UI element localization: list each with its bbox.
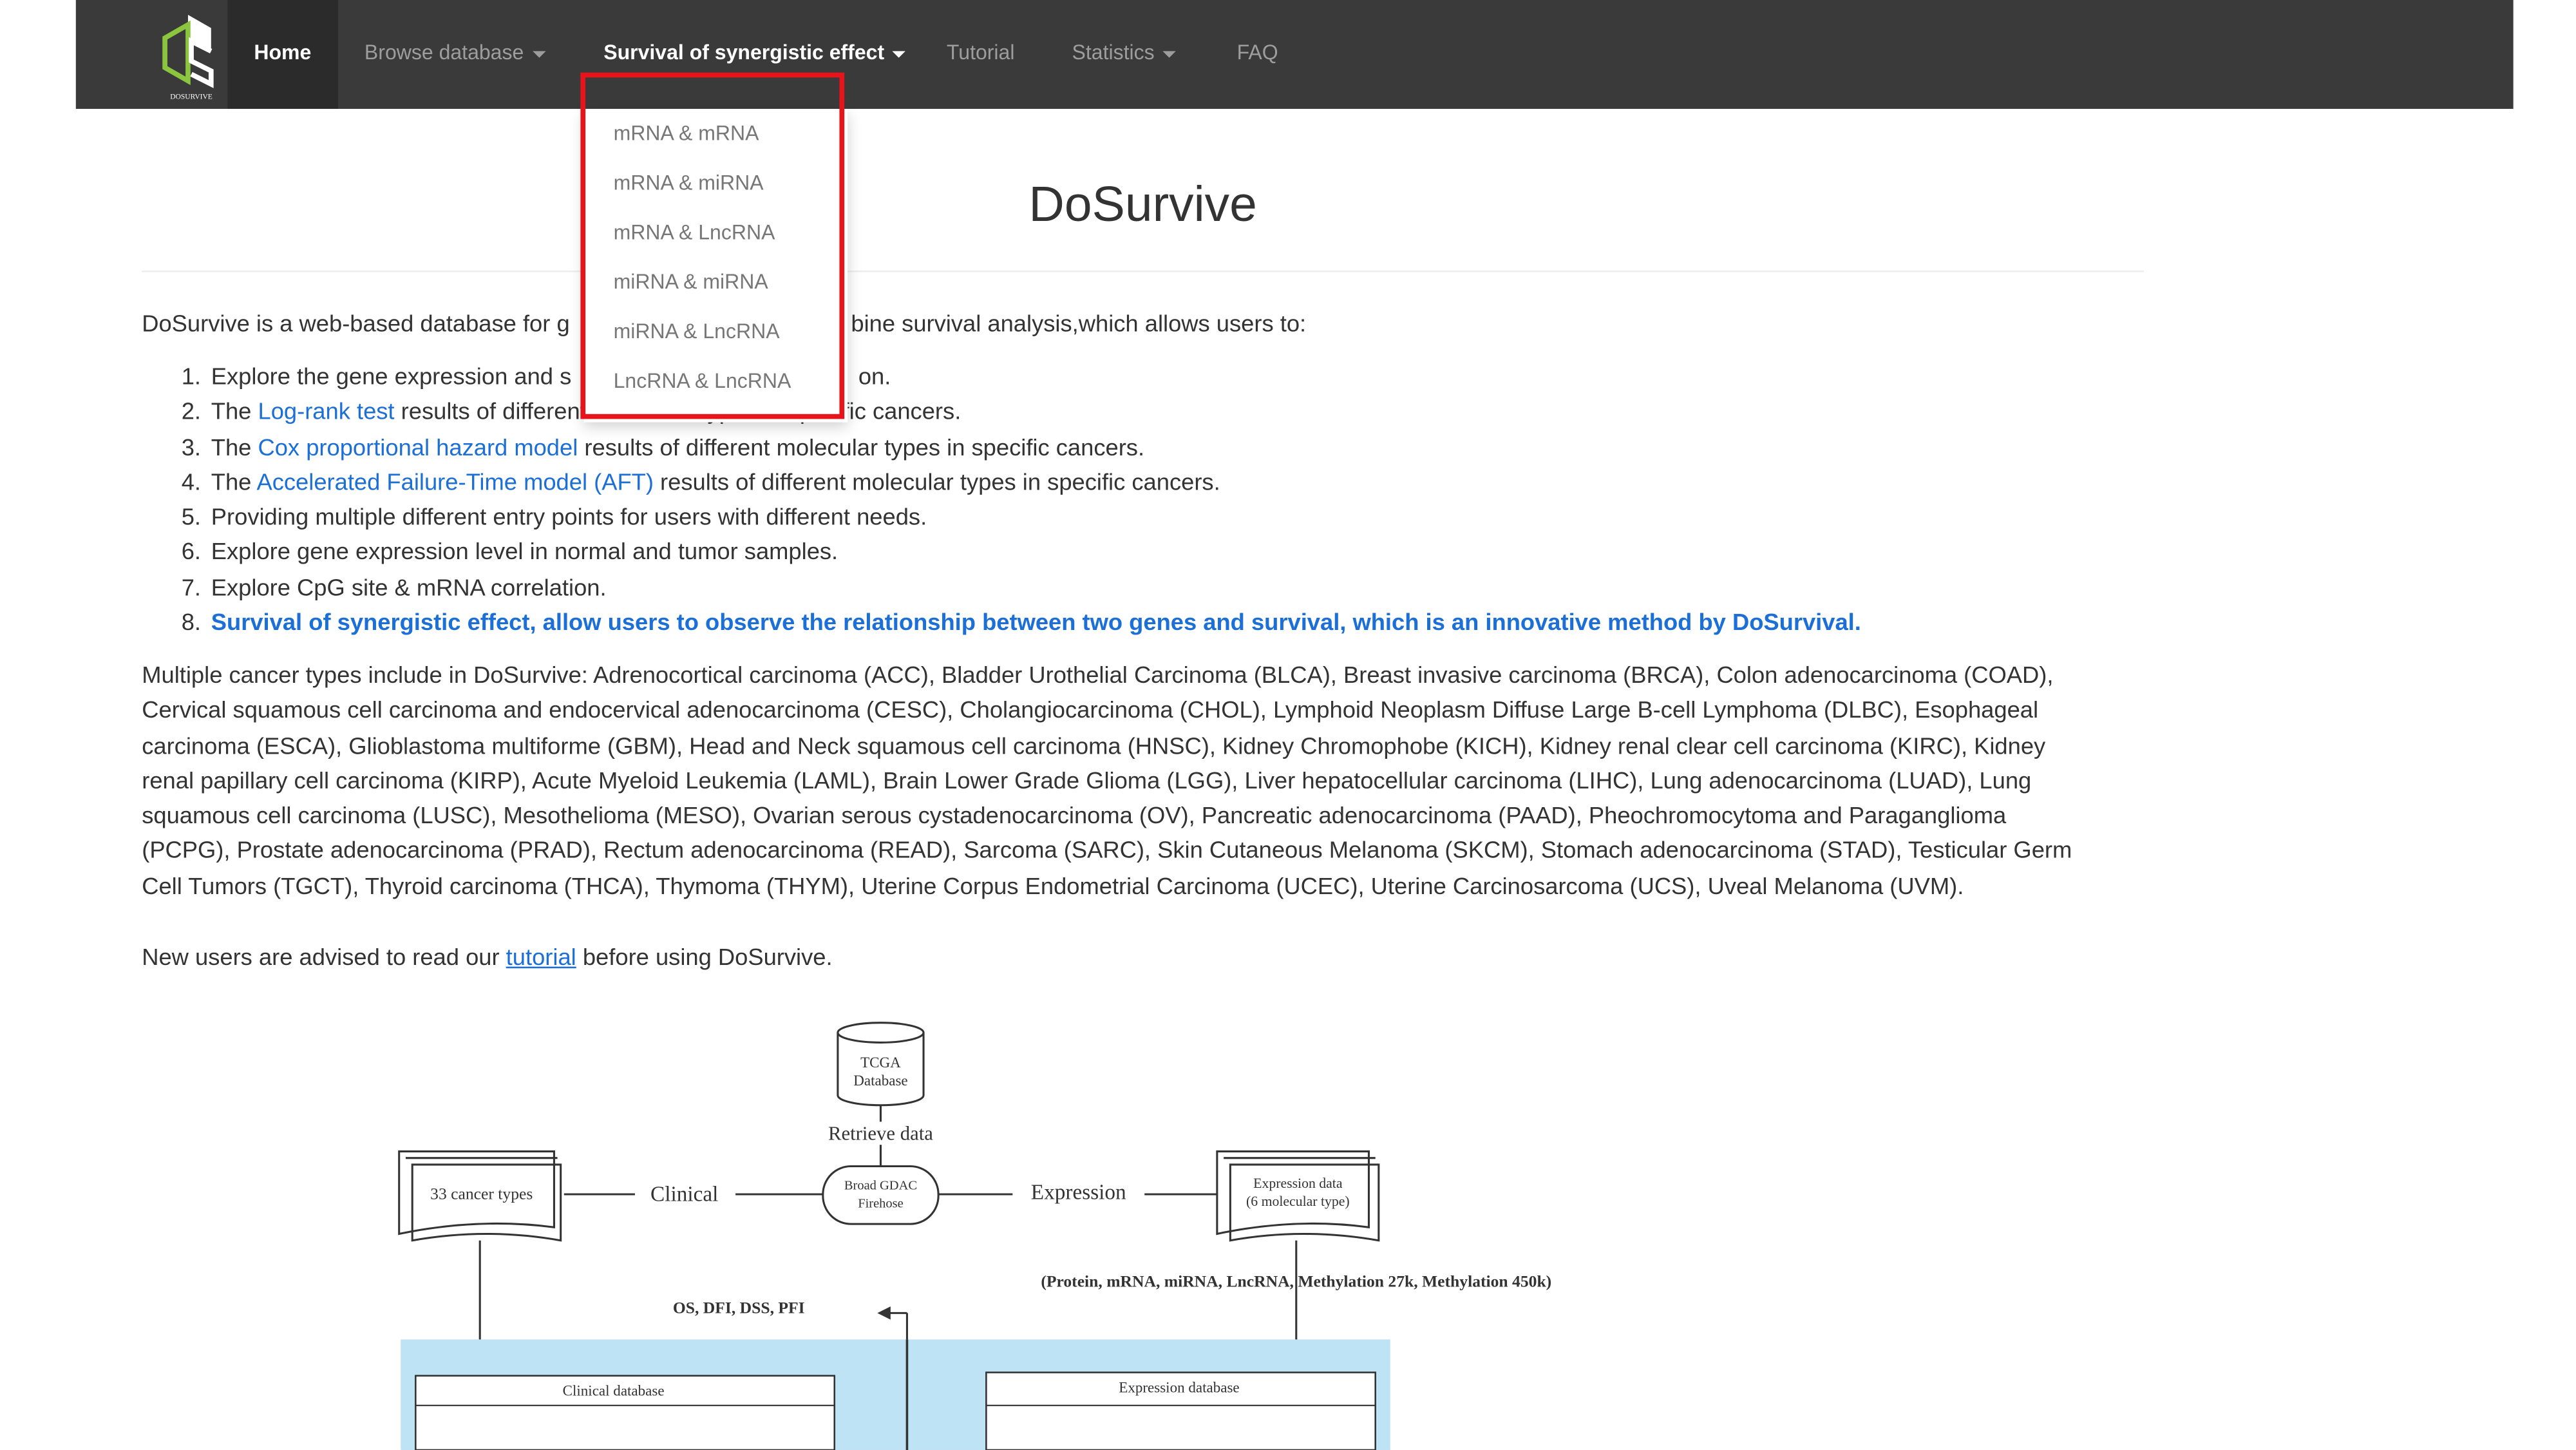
molecules-label: (Protein, mRNA, miRNA, LncRNA, Methylati… <box>1041 1272 1551 1290</box>
advice-text: before using DoSurvive. <box>576 945 833 972</box>
intro-text-right: bine survival analysis,which allows user… <box>851 311 1307 338</box>
list-item: 1. Explore the gene expression and s on. <box>181 361 1861 397</box>
title-divider <box>142 270 2145 272</box>
list-item: 7. Explore CpG site & mRNA correlation. <box>181 572 1861 607</box>
list-number: 7. <box>181 575 202 602</box>
nav-home[interactable]: Home <box>227 0 338 110</box>
list-text: results of different molecular types in … <box>653 470 1220 497</box>
list-text: Explore gene expression level in normal … <box>211 540 838 567</box>
list-number: 6. <box>181 540 202 567</box>
intro-text-left: DoSurvive is a web-based database for g <box>142 311 570 338</box>
caret-down-icon <box>1162 50 1176 57</box>
cancer-line: carcinoma (ESCA), Glioblastoma multiform… <box>142 733 2046 760</box>
list-number: 3. <box>181 435 202 461</box>
nav-tutorial[interactable]: Tutorial <box>947 0 1015 109</box>
list-item: 6. Explore gene expression level in norma… <box>181 537 1861 573</box>
nav-survival-label: Survival of synergistic effect <box>603 41 885 64</box>
red-highlight-box <box>580 72 845 419</box>
expression-database-label: Expression database <box>1119 1378 1239 1395</box>
log-rank-test-link[interactable]: Log-rank test <box>258 399 394 426</box>
list-item: 5. Providing multiple different entry poi… <box>181 502 1861 537</box>
cox-model-link[interactable]: Cox proportional hazard model <box>258 435 578 461</box>
list-item: 8. Survival of synergistic effect, allow … <box>181 607 1861 643</box>
tcga-label: TCGA <box>860 1054 901 1071</box>
cancer-line: (PCPG), Prostate adenocarcinoma (PRAD), … <box>142 839 2072 866</box>
tutorial-link[interactable]: tutorial <box>506 945 576 971</box>
advice-text: New users are advised to read our <box>142 945 506 972</box>
list-number: 5. <box>181 505 202 532</box>
tutorial-advice: New users are advised to read our tutori… <box>142 942 832 977</box>
nav-faq[interactable]: FAQ <box>1237 0 1278 109</box>
aft-model-link[interactable]: Accelerated Failure-Time model (AFT) <box>256 470 653 497</box>
molecular-type-label: (6 molecular type) <box>1246 1194 1350 1209</box>
broad-gdac-label: Broad GDAC <box>844 1178 917 1192</box>
nav-browse-database[interactable]: Browse database <box>365 0 545 109</box>
retrieve-data-label: Retrieve data <box>828 1123 933 1145</box>
clinical-database-label: Clinical database <box>563 1382 665 1398</box>
cancer-line: Multiple cancer types include in DoSurvi… <box>142 663 2054 690</box>
nav-statistics[interactable]: Statistics <box>1072 0 1176 109</box>
firehose-label: Firehose <box>858 1197 904 1211</box>
endpoints-label: OS, DFI, DSS, PFI <box>673 1298 805 1317</box>
page-title: DoSurvive <box>1028 178 1257 233</box>
database-label: Database <box>853 1072 907 1089</box>
list-number: 8. <box>181 610 202 637</box>
list-text: on. <box>858 364 891 391</box>
list-text: The <box>211 399 258 426</box>
pipeline-diagram: TCGA Database Retrieve data 33 cancer ty… <box>398 1022 1551 1450</box>
list-text: results of different molecular types in … <box>578 435 1145 461</box>
list-text: Providing multiple different entry point… <box>211 505 927 532</box>
caret-down-icon <box>532 50 545 57</box>
expression-data-label: Expression data <box>1253 1176 1343 1191</box>
list-item: 3. The Cox proportional hazard model resu… <box>181 432 1861 467</box>
clinical-label: Clinical <box>650 1182 718 1206</box>
list-text: The <box>211 435 258 461</box>
cancer-types-paragraph: Multiple cancer types include in DoSurvi… <box>142 660 2072 906</box>
caret-down-icon <box>892 50 906 57</box>
synergistic-effect-link[interactable]: Survival of synergistic effect, allow us… <box>211 611 1861 637</box>
top-navbar: DOSURVIVE Home Browse database Survival … <box>75 0 2514 110</box>
logo-text: DOSURVIVE <box>170 93 213 101</box>
cancer-line: Cell Tumors (TGCT), Thyroid carcinoma (T… <box>142 873 1964 901</box>
feature-list: 1. Explore the gene expression and s on. 2… <box>181 361 1861 643</box>
expression-label: Expression <box>1031 1181 1126 1205</box>
cancer-line: renal papillary cell carcinoma (KIRP), A… <box>142 768 2032 796</box>
dosurvive-logo[interactable]: DOSURVIVE <box>155 8 228 101</box>
list-item: 2. The Log-rank test results of different… <box>181 396 1861 432</box>
list-text: The <box>211 470 257 497</box>
list-text: Explore the gene expression and s <box>211 364 572 391</box>
cancer-types-label: 33 cancer types <box>430 1185 533 1203</box>
list-number: 4. <box>181 470 202 497</box>
list-text: Explore CpG site & mRNA correlation. <box>211 575 607 602</box>
nav-browse-label: Browse database <box>364 41 524 64</box>
list-number: 1. <box>181 364 202 391</box>
cancer-line: squamous cell carcinoma (LUSC), Mesothel… <box>142 803 2007 830</box>
nav-statistics-label: Statistics <box>1072 41 1155 64</box>
list-item: 4. The Accelerated Failure-Time model (AF… <box>181 466 1861 502</box>
cancer-line: Cervical squamous cell carcinoma and end… <box>142 698 2039 725</box>
list-number: 2. <box>181 399 202 426</box>
